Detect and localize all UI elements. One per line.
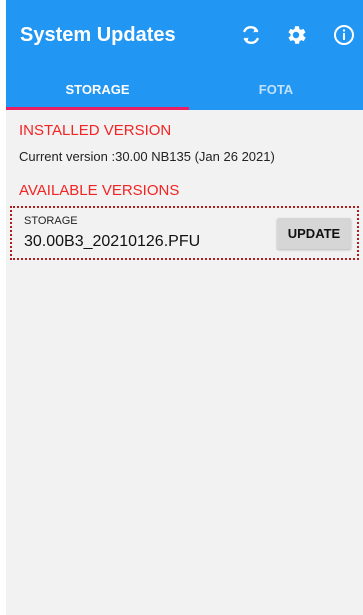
current-version-text: Current version :30.00 NB135 (Jan 26 202… xyxy=(19,149,275,164)
update-button[interactable]: UPDATE xyxy=(277,218,351,249)
version-source-label: STORAGE xyxy=(24,215,78,227)
tab-storage[interactable]: STORAGE xyxy=(6,68,189,110)
available-versions-title: AVAILABLE VERSIONS xyxy=(19,182,180,199)
info-icon xyxy=(334,25,354,45)
tab-bar: STORAGE FOTA xyxy=(6,68,363,110)
settings-button[interactable] xyxy=(283,22,309,48)
installed-version-title: INSTALLED VERSION xyxy=(19,122,172,139)
update-file-name: 30.00B3_20210126.PFU xyxy=(24,233,201,250)
refresh-icon xyxy=(243,25,259,45)
app-title: System Updates xyxy=(20,24,176,46)
info-button[interactable] xyxy=(331,22,357,48)
refresh-button[interactable] xyxy=(238,22,264,48)
app-bar: System Updates STORAGE FOTA xyxy=(6,0,363,110)
active-tab-indicator xyxy=(6,107,189,110)
system-updates-app: System Updates STORAGE FOTA INSTALLED VE… xyxy=(6,0,363,615)
gear-icon xyxy=(288,26,306,44)
tab-fota[interactable]: FOTA xyxy=(189,68,363,110)
available-version-item: STORAGE 30.00B3_20210126.PFU UPDATE xyxy=(10,206,359,260)
